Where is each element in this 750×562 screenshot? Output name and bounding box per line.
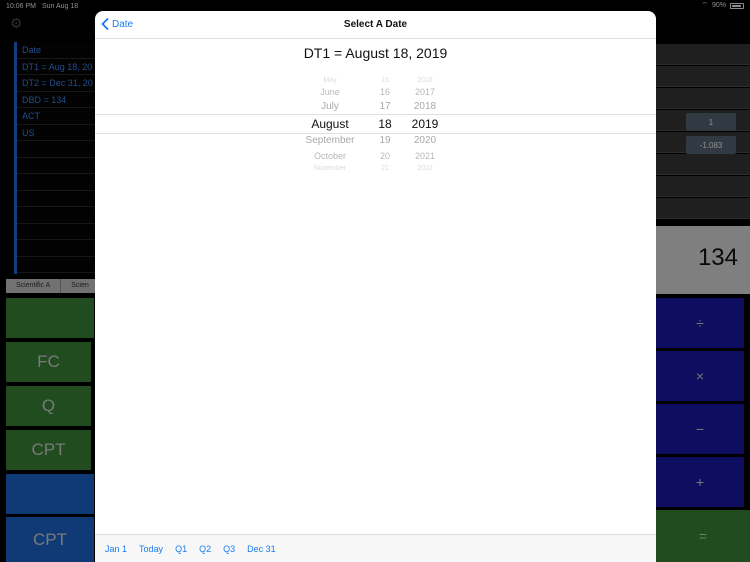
month-option[interactable]: September xyxy=(290,135,370,146)
year-option[interactable]: 2020 xyxy=(400,135,450,146)
back-label: Date xyxy=(112,18,134,30)
chevron-left-icon xyxy=(101,18,109,30)
year-option[interactable]: 2018 xyxy=(400,101,450,112)
month-option[interactable]: May xyxy=(290,77,370,84)
year-option[interactable]: 2017 xyxy=(400,87,450,97)
month-option[interactable]: August xyxy=(290,117,370,131)
day-option[interactable]: 19 xyxy=(365,135,405,146)
year-option[interactable]: 2019 xyxy=(400,117,450,131)
date-wheel-picker[interactable]: May June July August September October Novembe… xyxy=(95,77,656,173)
month-wheel[interactable]: May June July August September October Novembe… xyxy=(290,77,370,173)
quick-date-link[interactable]: Q3 xyxy=(223,544,235,554)
quick-date-link[interactable]: Dec 31 xyxy=(247,544,276,554)
back-button[interactable]: Date xyxy=(101,18,133,30)
modal-title: Select A Date xyxy=(343,19,408,30)
year-wheel[interactable]: 2016 2017 2018 2019 2020 2021 2022 xyxy=(400,77,450,173)
month-option[interactable]: November xyxy=(290,165,370,172)
modal-header: Date Select A Date xyxy=(95,11,656,39)
quick-date-bar: Jan 1 Today Q1 Q2 Q3 Dec 31 xyxy=(95,534,656,562)
year-option[interactable]: 2021 xyxy=(400,151,450,161)
day-option[interactable]: 17 xyxy=(365,101,405,112)
month-option[interactable]: June xyxy=(290,87,370,97)
year-option[interactable]: 2016 xyxy=(400,77,450,84)
day-option[interactable]: 18 xyxy=(365,117,405,131)
quick-date-link[interactable]: Today xyxy=(139,544,163,554)
day-option[interactable]: 21 xyxy=(365,165,405,172)
day-option[interactable]: 20 xyxy=(365,151,405,161)
date-picker-modal: Date Select A Date DT1 = August 18, 2019… xyxy=(95,11,656,562)
quick-date-link[interactable]: Jan 1 xyxy=(105,544,127,554)
month-option[interactable]: October xyxy=(290,151,370,161)
day-option[interactable]: 15 xyxy=(365,77,405,84)
selected-date-label: DT1 = August 18, 2019 xyxy=(303,45,448,61)
quick-date-link[interactable]: Q1 xyxy=(175,544,187,554)
month-option[interactable]: July xyxy=(290,101,370,112)
year-option[interactable]: 2022 xyxy=(400,165,450,172)
quick-date-link[interactable]: Q2 xyxy=(199,544,211,554)
day-option[interactable]: 16 xyxy=(365,87,405,97)
day-wheel[interactable]: 15 16 17 18 19 20 21 xyxy=(365,77,405,173)
